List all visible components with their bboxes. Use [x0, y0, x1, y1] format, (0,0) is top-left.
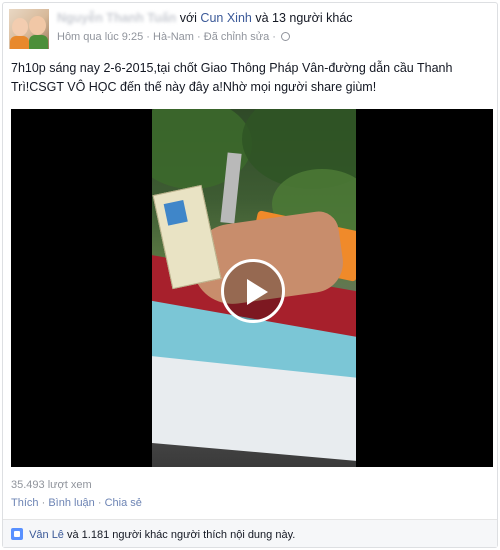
author-avatar[interactable]: [9, 9, 49, 49]
author-name[interactable]: Nguyễn Thanh Tuấn: [57, 11, 176, 25]
liker-name[interactable]: Vân Lê: [29, 529, 64, 541]
play-icon[interactable]: [221, 259, 285, 323]
globe-icon[interactable]: [281, 32, 291, 41]
tagged-friend-link[interactable]: Cun Xinh: [200, 11, 251, 25]
facebook-post: Nguyễn Thanh Tuấn với Cun Xinh và 13 ngư…: [2, 2, 498, 548]
with-prefix: với: [179, 11, 197, 25]
video-player[interactable]: [11, 109, 493, 467]
post-header: Nguyễn Thanh Tuấn với Cun Xinh và 13 ngư…: [9, 9, 493, 53]
post-title-line: Nguyễn Thanh Tuấn với Cun Xinh và 13 ngư…: [57, 11, 353, 25]
view-count: 35.493 lượt xem: [11, 479, 92, 491]
likes-rest[interactable]: và 1.181 người khác người thích nội dung…: [67, 529, 295, 541]
comment-button[interactable]: Bình luận: [48, 497, 94, 509]
like-icon: [11, 528, 23, 540]
edited-link[interactable]: Đã chỉnh sửa: [204, 31, 269, 43]
post-message: 7h10p sáng nay 2-6-2015,tại chốt Giao Th…: [11, 61, 453, 94]
others-link[interactable]: và 13 người khác: [255, 11, 352, 25]
post-meta: Hôm qua lúc 9:25 · Hà-Nam · Đã chỉnh sửa…: [57, 31, 291, 43]
post-location[interactable]: Hà-Nam: [153, 31, 194, 43]
likes-summary: Vân Lê và 1.181 người khác người thích n…: [3, 519, 497, 547]
share-button[interactable]: Chia sẻ: [105, 497, 142, 509]
like-button[interactable]: Thích: [11, 497, 39, 509]
post-actions: Thích · Bình luận · Chia sẻ: [11, 497, 142, 509]
post-timestamp[interactable]: Hôm qua lúc 9:25: [57, 31, 143, 43]
